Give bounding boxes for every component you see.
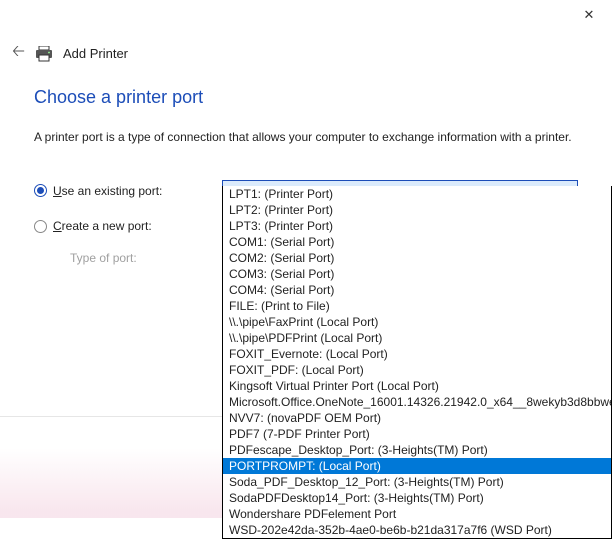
dropdown-option[interactable]: \\.\pipe\PDFPrint (Local Port) <box>223 330 611 346</box>
dropdown-option[interactable]: LPT3: (Printer Port) <box>223 218 611 234</box>
page-title: Choose a printer port <box>34 87 578 108</box>
close-icon: ✕ <box>584 7 595 23</box>
dropdown-option[interactable]: \\.\pipe\FaxPrint (Local Port) <box>223 314 611 330</box>
printer-icon <box>35 46 53 62</box>
dropdown-option[interactable]: WSD-202e42da-352b-4ae0-be6b-b21da317a7f6… <box>223 522 611 538</box>
titlebar: ✕ <box>0 0 612 30</box>
dropdown-option[interactable]: PDFescape_Desktop_Port: (3-Heights(TM) P… <box>223 442 611 458</box>
dropdown-option[interactable]: PORTPROMPT: (Local Port) <box>223 458 611 474</box>
radio-unchecked-icon <box>34 220 47 233</box>
close-button[interactable]: ✕ <box>566 0 612 30</box>
dropdown-option[interactable]: COM2: (Serial Port) <box>223 250 611 266</box>
dropdown-option[interactable]: LPT2: (Printer Port) <box>223 202 611 218</box>
dropdown-option[interactable]: PDF7 (7-PDF Printer Port) <box>223 426 611 442</box>
dropdown-option[interactable]: COM1: (Serial Port) <box>223 234 611 250</box>
dropdown-option[interactable]: FILE: (Print to File) <box>223 298 611 314</box>
dropdown-option[interactable]: FOXIT_Evernote: (Local Port) <box>223 346 611 362</box>
radio-use-existing-label: Use an existing port: <box>53 184 162 198</box>
radio-use-existing-port[interactable]: Use an existing port: <box>34 184 222 198</box>
dropdown-option[interactable]: COM3: (Serial Port) <box>223 266 611 282</box>
page-description: A printer port is a type of connection t… <box>34 130 578 144</box>
port-dropdown-list[interactable]: LPT1: (Printer Port)LPT2: (Printer Port)… <box>222 186 612 539</box>
wizard-header: 🡠 Add Printer <box>0 30 612 81</box>
back-button[interactable]: 🡠 <box>12 40 25 67</box>
dropdown-option[interactable]: LPT1: (Printer Port) <box>223 186 611 202</box>
dropdown-option[interactable]: NVV7: (novaPDF OEM Port) <box>223 410 611 426</box>
dropdown-option[interactable]: Microsoft.Office.OneNote_16001.14326.219… <box>223 394 611 410</box>
wizard-title: Add Printer <box>63 46 128 61</box>
radio-checked-icon <box>34 184 47 197</box>
radio-create-new-port[interactable]: Create a new port: <box>34 219 222 233</box>
dropdown-option[interactable]: COM4: (Serial Port) <box>223 282 611 298</box>
radio-create-new-label: Create a new port: <box>53 219 152 233</box>
dropdown-option[interactable]: SodaPDFDesktop14_Port: (3-Heights(TM) Po… <box>223 490 611 506</box>
dropdown-option[interactable]: Soda_PDF_Desktop_12_Port: (3-Heights(TM)… <box>223 474 611 490</box>
dropdown-option[interactable]: Wondershare PDFelement Port <box>223 506 611 522</box>
dropdown-option[interactable]: FOXIT_PDF: (Local Port) <box>223 362 611 378</box>
dropdown-option[interactable]: Kingsoft Virtual Printer Port (Local Por… <box>223 378 611 394</box>
type-of-port-label: Type of port: <box>34 251 222 265</box>
